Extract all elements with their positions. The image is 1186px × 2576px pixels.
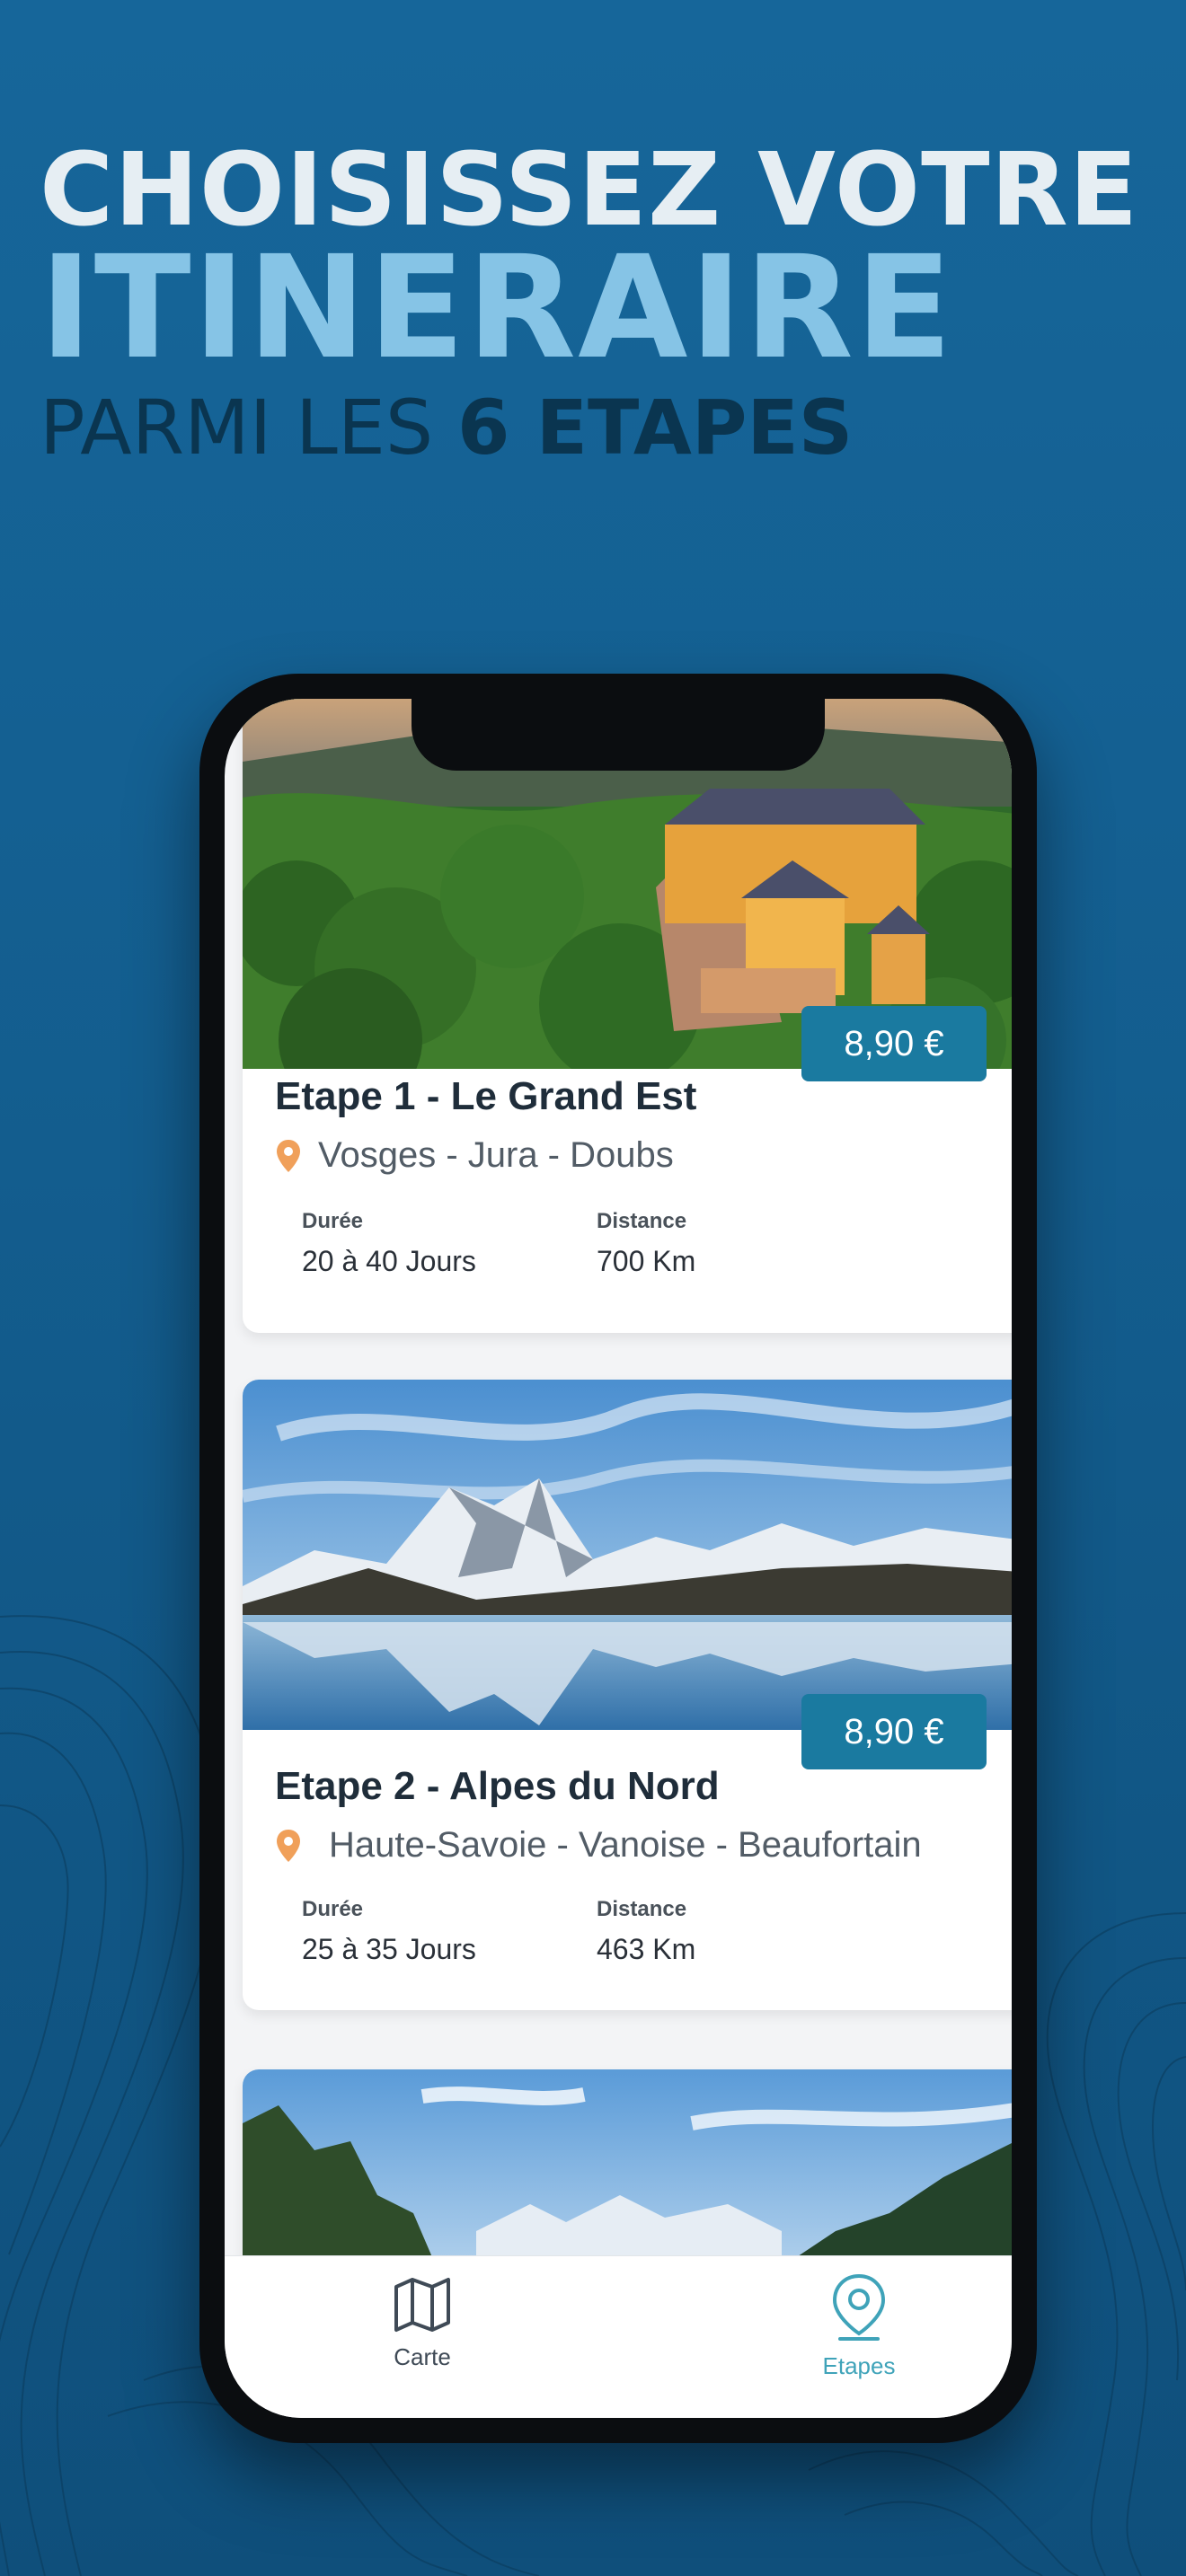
stage-2-distance-label: Distance (597, 1897, 687, 1921)
stage-2-duration-label: Durée (302, 1897, 364, 1921)
stage-1-title: Etape 1 - Le Grand Est (275, 1074, 697, 1118)
tab-etapes[interactable]: Etapes (769, 2272, 949, 2380)
headline-line-3: PARMI LES 6 ETAPES (40, 383, 1154, 472)
stage-1-duration-label: Durée (302, 1209, 364, 1233)
headline-line-3-prefix: PARMI LES (40, 384, 434, 472)
stage-list[interactable]: 8,90 € Etape 1 - Le Grand Est Vosges - J… (225, 699, 1012, 2256)
location-pin-icon (277, 1139, 300, 1172)
stage-3-image (243, 2069, 1012, 2256)
stage-2-duration: 25 à 35 Jours (302, 1933, 476, 1965)
stage-2-title: Etape 2 - Alpes du Nord (275, 1764, 720, 1808)
stage-1-region: Vosges - Jura - Doubs (275, 1135, 674, 1176)
headline: CHOISISSEZ VOTRE ITINERAIRE PARMI LES 6 … (40, 135, 1154, 472)
tab-carte[interactable]: Carte (332, 2274, 512, 2371)
stage-1-price-badge: 8,90 € (801, 1006, 987, 1081)
stage-2-region: Haute-Savoie - Vanoise - Beaufortain (275, 1825, 922, 1866)
stage-1-distance: 700 Km (597, 1245, 696, 1277)
stage-2-price-badge: 8,90 € (801, 1694, 987, 1769)
location-pin-icon (277, 1829, 300, 1862)
phone-mockup: 8,90 € Etape 1 - Le Grand Est Vosges - J… (199, 674, 1037, 2443)
stage-2-image (243, 1380, 1012, 1730)
location-pin-icon (832, 2273, 886, 2341)
tab-etapes-label: Etapes (822, 2352, 896, 2379)
tab-carte-label: Carte (394, 2343, 451, 2370)
tab-bar: Carte Etapes (225, 2255, 1012, 2418)
stage-2-region-text: Haute-Savoie - Vanoise - Beaufortain (329, 1825, 922, 1865)
stage-1-duration: 20 à 40 Jours (302, 1245, 476, 1277)
headline-line-2: ITINERAIRE (40, 225, 954, 391)
stage-card-1[interactable]: 8,90 € Etape 1 - Le Grand Est Vosges - J… (243, 699, 1012, 1333)
phone-notch (412, 699, 825, 771)
stage-2-distance: 463 Km (597, 1933, 696, 1965)
headline-line-3-highlight: 6 ETAPES (456, 384, 854, 472)
map-icon (394, 2278, 450, 2332)
stage-card-3[interactable] (243, 2069, 1012, 2256)
phone-screen: 8,90 € Etape 1 - Le Grand Est Vosges - J… (225, 699, 1012, 2418)
stage-1-distance-label: Distance (597, 1209, 687, 1233)
stage-card-2[interactable]: 8,90 € Etape 2 - Alpes du Nord Haute-Sav… (243, 1380, 1012, 2010)
stage-1-region-text: Vosges - Jura - Doubs (318, 1135, 674, 1175)
